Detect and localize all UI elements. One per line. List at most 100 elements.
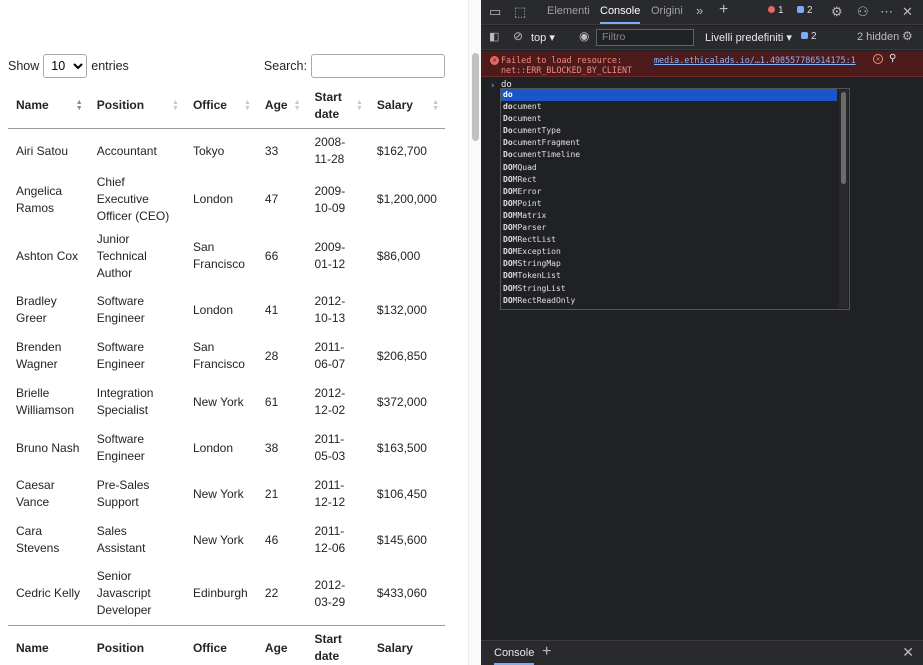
tab-console[interactable]: Console [600, 5, 641, 24]
sort-arrows-icon[interactable]: ▲ ▼ [294, 99, 301, 112]
autocomplete-item[interactable]: DOMRectList [501, 234, 837, 246]
message-icon [801, 32, 808, 39]
sort-arrows-icon[interactable]: ▲ ▼ [432, 99, 439, 112]
column-header-3[interactable]: Age [256, 624, 307, 665]
sort-arrows-icon[interactable]: ▲ ▼ [172, 99, 179, 112]
autocomplete-item[interactable]: document [501, 101, 837, 113]
error-dot-icon [768, 6, 775, 13]
cell-office: London [185, 425, 257, 471]
toolbar-message-badge[interactable]: 2 [801, 31, 817, 42]
cell-text: San [192, 340, 215, 354]
search-icon[interactable]: ⚲ [889, 53, 896, 64]
table-row: Caesar Vance Pre-Sales Support New York 21 201… [8, 471, 445, 517]
header-label: Position [96, 640, 145, 655]
console-settings-icon[interactable]: ⚙ [902, 29, 913, 43]
cell-text: Vance [16, 495, 50, 509]
log-levels-dropdown[interactable]: Livelli predefiniti ▾ [705, 31, 792, 44]
cell-start: 2011- 12-12 [307, 471, 369, 517]
cell-text: Software [96, 294, 145, 308]
column-header-0[interactable]: Name [8, 624, 89, 665]
autocomplete-item[interactable]: DocumentFragment [501, 137, 837, 149]
cell-position: Integration Specialist [89, 379, 185, 425]
autocomplete-scrollbar[interactable] [839, 90, 848, 308]
error-text-line2: net::ERR_BLOCKED_BY_CLIENT [501, 65, 633, 75]
cell-text: 12-02 [314, 403, 346, 417]
employees-table: Name ▲ ▼ Position ▲ ▼ Office ▲ ▼ Age ▲ ▼ Start date ▲ ▼… [8, 84, 445, 665]
autocomplete-scrollbar-thumb[interactable] [841, 92, 846, 184]
cell-position: Accountant [89, 128, 185, 174]
column-header-3[interactable]: Age ▲ ▼ [256, 84, 307, 129]
error-source-link[interactable]: media.ethicalads.io/…1.498557786514175:1 [654, 55, 856, 65]
autocomplete-item[interactable]: DOMRect [501, 174, 837, 186]
hidden-count[interactable]: 2 hidden [857, 31, 899, 43]
add-tab-icon[interactable]: + [719, 1, 728, 19]
error-count-badge[interactable]: 1 [768, 5, 784, 16]
autocomplete-item[interactable]: DocumentTimeline [501, 149, 837, 161]
autocomplete-item[interactable]: DocumentType [501, 125, 837, 137]
cell-name: Bradley Greer [8, 287, 89, 333]
close-drawer-icon[interactable]: ✕ [902, 644, 914, 661]
column-header-2[interactable]: Office ▲ ▼ [184, 84, 257, 129]
page-scrollbar[interactable] [468, 0, 481, 665]
tab-elements[interactable]: Elementi [547, 5, 590, 17]
filter-input[interactable]: Filtro [596, 29, 694, 46]
console-error-message: ✕ Failed to load resource: net::ERR_BLOC… [481, 51, 923, 77]
column-header-4[interactable]: Start date [306, 624, 369, 665]
entries-select[interactable]: 10 [43, 54, 88, 78]
error-dismiss-icon[interactable]: ✕ [873, 54, 883, 64]
cell-text: Angelica [16, 183, 63, 198]
more-tabs-icon[interactable]: » [696, 3, 703, 18]
tab-sources[interactable]: Origini [651, 5, 683, 17]
column-header-2[interactable]: Office [184, 624, 257, 665]
cell-position: Software Engineer [89, 333, 185, 379]
cell-position: Senior Javascript Developer [89, 563, 185, 625]
add-drawer-tab-icon[interactable]: + [542, 643, 551, 661]
autocomplete-item[interactable]: Document [501, 113, 837, 125]
column-header-5[interactable]: Salary ▲ ▼ [368, 84, 445, 129]
page-scrollbar-thumb[interactable] [472, 53, 479, 141]
cell-text: New York [192, 394, 244, 409]
autocomplete-item[interactable]: DOMPoint [501, 198, 837, 210]
autocomplete-item[interactable]: DOMException [501, 246, 837, 258]
autocomplete-item[interactable]: DOMRectReadOnly [501, 295, 837, 307]
header-label: Name [16, 98, 49, 113]
cell-text: Caesar [16, 478, 55, 492]
cell-office: Edinburgh [185, 563, 257, 625]
column-header-1[interactable]: Position [88, 624, 185, 665]
more-options-icon[interactable]: ⋯ [880, 4, 893, 20]
autocomplete-item[interactable]: DOMQuad [501, 162, 837, 174]
autocomplete-item[interactable]: do [501, 89, 837, 102]
sort-arrows-icon[interactable]: ▲ ▼ [244, 99, 251, 112]
sort-arrows-icon[interactable]: ▲ ▼ [356, 99, 363, 112]
gear-icon[interactable]: ⚙ [831, 4, 843, 20]
sort-arrows-icon[interactable]: ▲ ▼ [76, 99, 83, 112]
sidebar-toggle-icon[interactable]: ◧ [489, 30, 499, 43]
column-header-1[interactable]: Position ▲ ▼ [88, 84, 185, 129]
search-input[interactable] [311, 54, 445, 78]
message-count-badge[interactable]: 2 [797, 5, 813, 16]
inspect-element-icon[interactable]: ⬚ [514, 4, 526, 20]
cell-office: London [185, 174, 257, 225]
drawer-tab-console[interactable]: Console [494, 647, 535, 665]
autocomplete-item[interactable]: DOMParser [501, 222, 837, 234]
clear-console-icon[interactable]: ⊘ [513, 29, 523, 43]
context-selector[interactable]: top ▾ [531, 31, 555, 44]
autocomplete-item[interactable]: DOMMatrix [501, 210, 837, 222]
cell-age: 33 [264, 143, 279, 158]
cell-name: Brielle Williamson [8, 379, 89, 425]
header-label: Salary [376, 640, 413, 655]
header-label: date [314, 649, 340, 664]
eye-icon[interactable]: ◉ [579, 29, 589, 43]
customize-icon[interactable]: ⚇ [857, 4, 869, 20]
device-toolbar-icon[interactable]: ▭ [489, 4, 501, 20]
column-header-0[interactable]: Name ▲ ▼ [8, 84, 89, 129]
autocomplete-item[interactable]: DOMStringList [501, 283, 837, 295]
autocomplete-item[interactable]: DOMError [501, 186, 837, 198]
autocomplete-item[interactable]: DOMTokenList [501, 270, 837, 282]
cell-salary: $433,060 [376, 586, 427, 601]
column-header-4[interactable]: Start date ▲ ▼ [306, 84, 369, 129]
close-icon[interactable]: ✕ [902, 4, 913, 20]
column-header-5[interactable]: Salary [368, 624, 445, 665]
autocomplete-item[interactable]: DOMStringMap [501, 258, 837, 270]
cell-text: Bruno Nash [16, 440, 80, 455]
